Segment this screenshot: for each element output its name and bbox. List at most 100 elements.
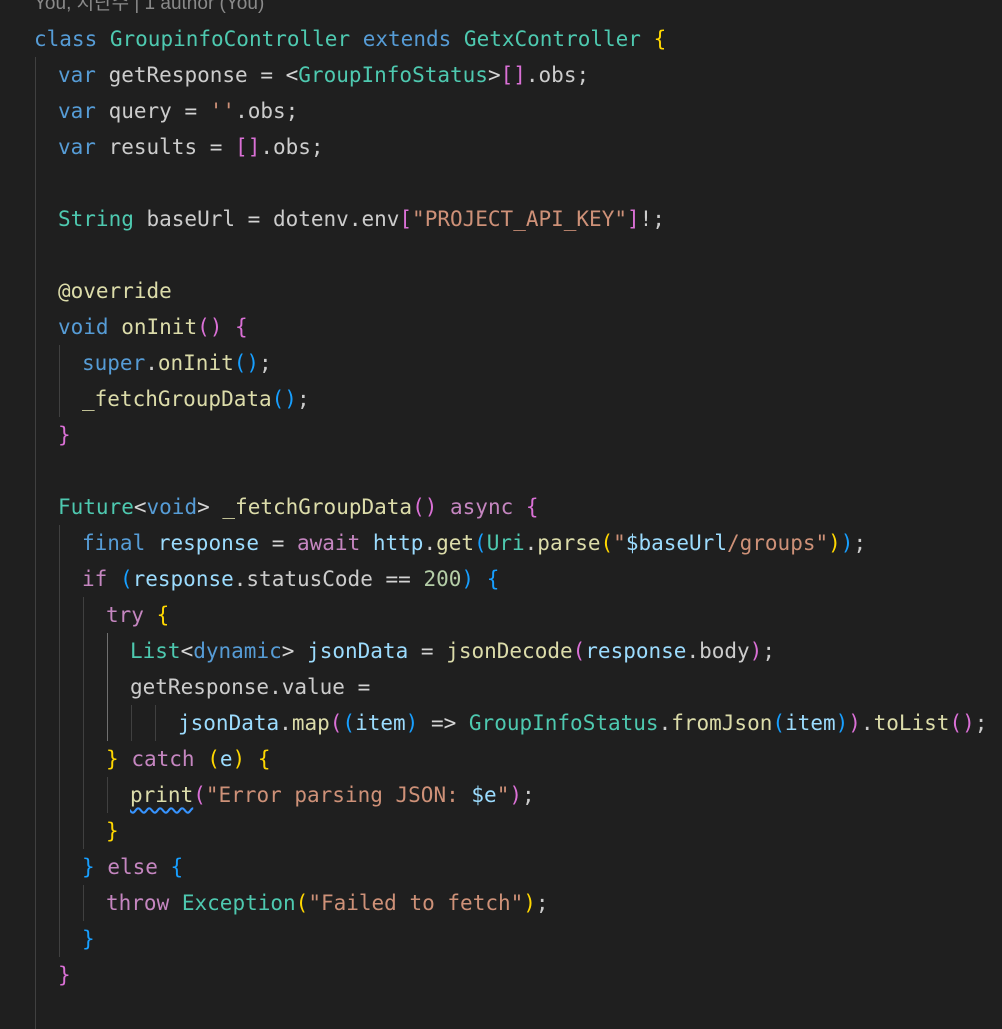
code-token: () xyxy=(412,495,438,519)
code-token: . xyxy=(145,351,158,375)
code-line[interactable]: jsonData.map((item) => GroupInfoStatus.f… xyxy=(178,705,987,741)
indent-guide xyxy=(59,525,60,957)
code-token: ) xyxy=(509,783,522,807)
code-line[interactable]: var results = [].obs; xyxy=(58,129,324,165)
code-token: GroupInfoStatus xyxy=(298,63,488,87)
code-token: getResponse.value xyxy=(130,675,358,699)
code-token: .obs; xyxy=(525,63,590,87)
code-token: dotenv.env xyxy=(260,207,400,231)
code-line[interactable]: } catch (e) { xyxy=(106,741,270,777)
code-line[interactable]: List<dynamic> jsonData = jsonDecode(resp… xyxy=(130,633,775,669)
code-token: onInit xyxy=(121,315,198,339)
code-token: GetxController xyxy=(463,27,641,51)
code-token: [ xyxy=(399,207,413,231)
code-token: item xyxy=(785,711,836,735)
indent-guide xyxy=(83,885,84,921)
code-line[interactable]: var query = ''.obs; xyxy=(58,93,298,129)
code-token: var xyxy=(58,135,96,159)
code-token: jsonData xyxy=(307,639,409,663)
code-token: response xyxy=(585,639,687,663)
code-token: ) xyxy=(828,531,841,555)
code-line[interactable]: if (response.statusCode == 200) { xyxy=(82,561,499,597)
code-token: ] xyxy=(626,207,640,231)
code-token: " xyxy=(613,531,626,555)
code-token: ( xyxy=(342,711,356,735)
code-token: $baseUrl xyxy=(625,531,727,555)
code-token: ; xyxy=(853,531,867,555)
code-line[interactable]: class GroupinfoController extends GetxCo… xyxy=(34,21,666,57)
code-token: () xyxy=(197,315,223,339)
code-token: } xyxy=(58,423,71,447)
code-token: throw xyxy=(106,891,170,915)
code-line[interactable]: } xyxy=(82,921,95,957)
code-token: '' xyxy=(209,99,236,123)
code-token: try xyxy=(106,603,144,627)
code-token: = xyxy=(271,531,285,555)
code-line[interactable]: } xyxy=(58,957,71,993)
code-line[interactable]: var getResponse = <GroupInfoStatus>[].ob… xyxy=(58,57,589,93)
code-token: ; xyxy=(535,891,549,915)
code-token: _fetchGroupData xyxy=(222,495,413,519)
code-editor[interactable]: You, 지단수 | 1 author (You) class Groupinf… xyxy=(0,0,1002,1029)
code-token: toList xyxy=(873,711,950,735)
code-line[interactable]: @override xyxy=(58,273,172,309)
code-token: async xyxy=(450,495,514,519)
code-line[interactable]: print("Error parsing JSON: $e"); xyxy=(130,777,535,813)
code-token: await xyxy=(297,531,361,555)
code-token: _fetchGroupData xyxy=(82,387,272,411)
code-token: else xyxy=(107,855,158,879)
code-line[interactable]: } else { xyxy=(82,849,183,885)
code-line[interactable]: getResponse.value = xyxy=(130,669,370,705)
code-token: Uri xyxy=(486,531,525,555)
codelens-blame[interactable]: You, 지단수 | 1 author (You) xyxy=(34,0,264,16)
code-token: () xyxy=(949,711,975,735)
code-token: extends xyxy=(362,27,452,51)
code-token: = xyxy=(420,639,434,663)
code-line[interactable]: Future<void> _fetchGroupData() async { xyxy=(58,489,539,525)
code-token: void xyxy=(146,495,198,519)
code-line[interactable]: } xyxy=(58,417,71,453)
code-token: = xyxy=(247,207,261,231)
code-token: $e xyxy=(471,783,497,807)
code-token: Exception xyxy=(181,891,296,915)
code-token: } xyxy=(106,747,119,771)
code-line[interactable]: } xyxy=(106,813,119,849)
code-token: } xyxy=(106,819,119,843)
code-token: () xyxy=(271,387,297,411)
code-token: 200 xyxy=(423,567,462,591)
indent-guide xyxy=(155,705,156,741)
code-token: ) xyxy=(461,567,475,591)
code-line[interactable]: String baseUrl = dotenv.env["PROJECT_API… xyxy=(58,201,665,237)
code-line[interactable]: void onInit() { xyxy=(58,309,248,345)
code-token: ( xyxy=(474,531,487,555)
code-token: [] xyxy=(235,135,261,159)
code-token: . xyxy=(524,531,538,555)
code-token: { xyxy=(653,27,667,51)
code-token: get xyxy=(436,531,475,555)
code-token: response xyxy=(132,567,234,591)
code-token: item xyxy=(355,711,406,735)
code-token: ( xyxy=(119,567,133,591)
code-token: { xyxy=(156,603,170,627)
code-line[interactable]: try { xyxy=(106,597,169,633)
code-line[interactable]: final response = await http.get(Uri.pars… xyxy=(82,525,866,561)
code-line[interactable]: throw Exception("Failed to fetch"); xyxy=(106,885,549,921)
code-token: > xyxy=(197,495,210,519)
code-line[interactable]: _fetchGroupData(); xyxy=(82,381,310,417)
code-line[interactable]: super.onInit(); xyxy=(82,345,272,381)
code-token: ) xyxy=(749,639,763,663)
